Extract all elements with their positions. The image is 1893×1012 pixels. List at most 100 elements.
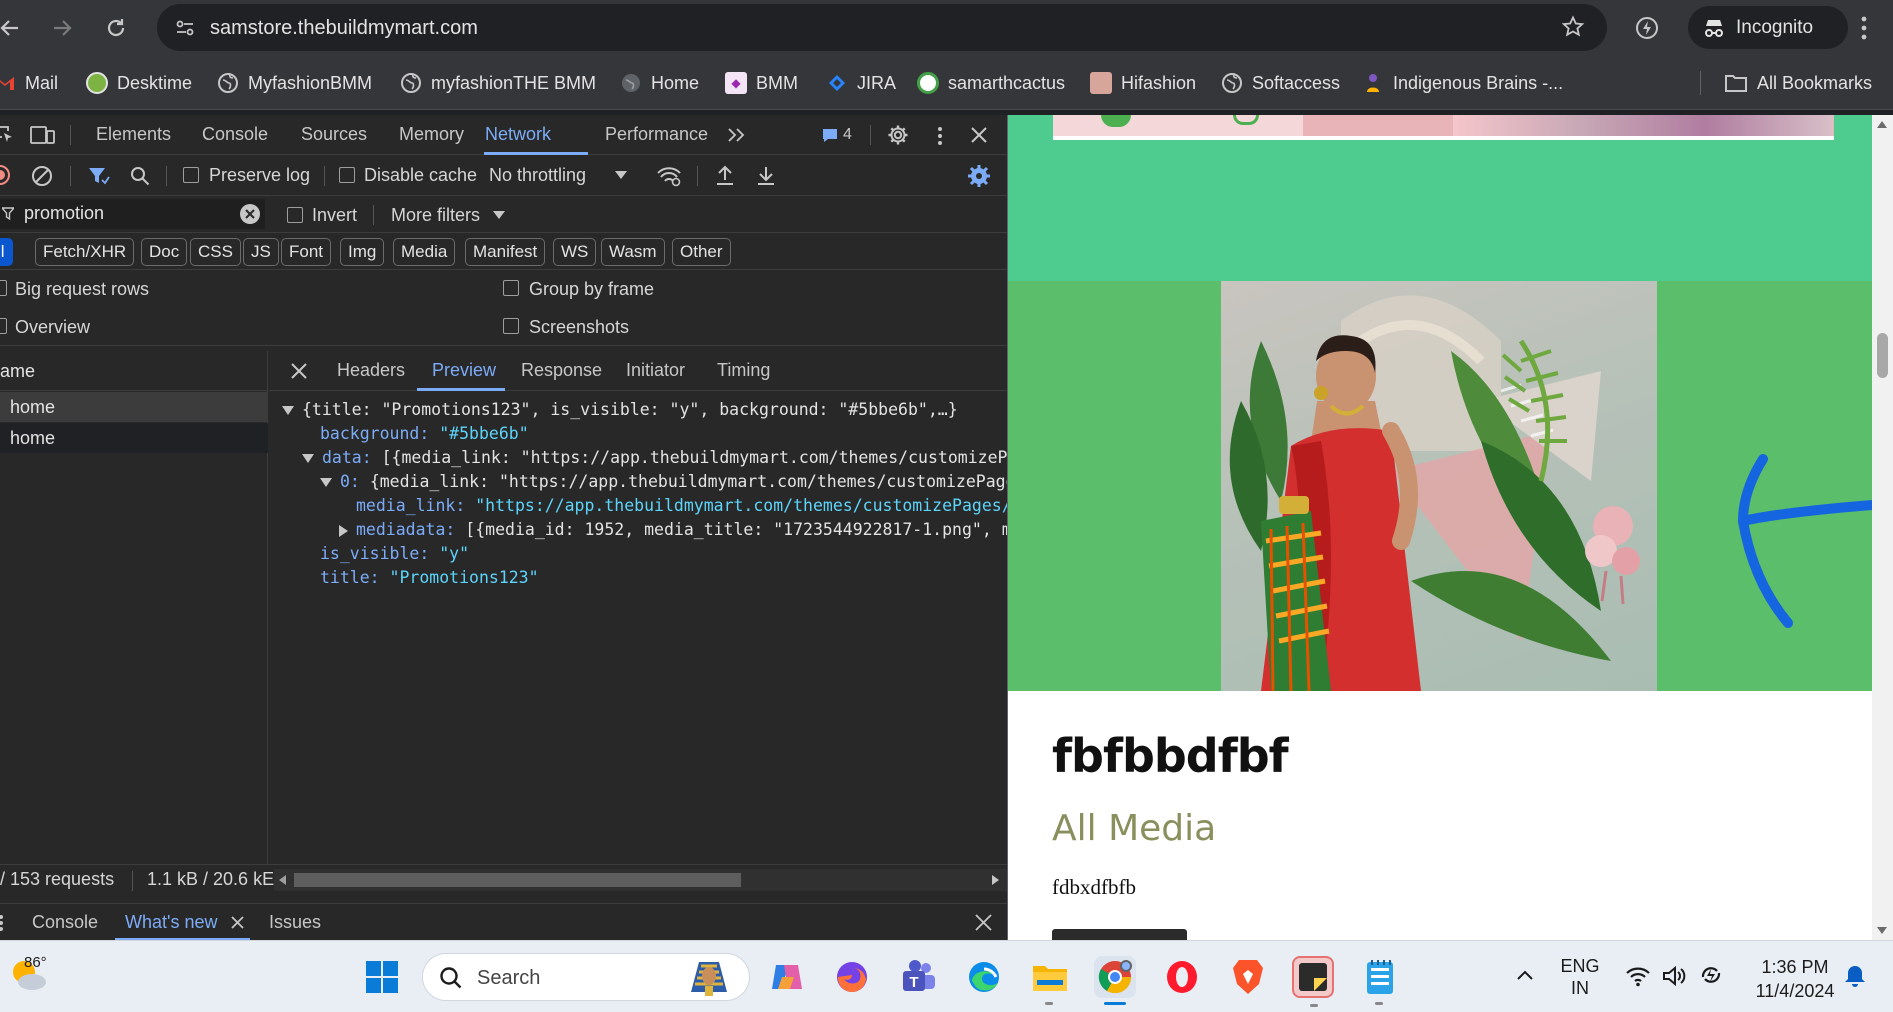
tab-network[interactable]: Network: [485, 124, 551, 145]
overview-checkbox[interactable]: [0, 318, 7, 334]
close-drawer-icon[interactable]: [975, 914, 992, 931]
sticky-notes-icon[interactable]: [1292, 956, 1334, 1007]
drawer-tab-whats-new[interactable]: What's new: [125, 912, 217, 933]
address-bar[interactable]: samstore.thebuildmymart.com: [157, 4, 1607, 51]
browser-menu-icon[interactable]: [1860, 15, 1868, 41]
chrome-icon[interactable]: [1094, 956, 1136, 1005]
tab-performance[interactable]: Performance: [605, 124, 708, 145]
search-icon[interactable]: [130, 166, 150, 186]
scrollbar-thumb[interactable]: [1877, 333, 1888, 378]
scroll-right-icon[interactable]: [992, 875, 999, 885]
bookmark-hifashion[interactable]: Hifashion: [1090, 70, 1196, 96]
teams-icon[interactable]: T: [897, 956, 939, 998]
big-request-rows-checkbox[interactable]: [0, 280, 7, 296]
bookmark-home[interactable]: Home: [620, 70, 699, 96]
drawer-tab-issues[interactable]: Issues: [269, 912, 321, 933]
notification-bell-icon[interactable]: [1844, 964, 1866, 988]
network-conditions-icon[interactable]: [656, 165, 682, 187]
chip-media[interactable]: Media: [393, 238, 456, 266]
tab-console[interactable]: Console: [202, 124, 268, 145]
request-row[interactable]: home: [0, 392, 268, 422]
import-har-icon[interactable]: [715, 164, 735, 186]
bookmark-star-icon[interactable]: [1561, 15, 1585, 39]
tab-sources[interactable]: Sources: [301, 124, 367, 145]
bookmark-myfashionbmm[interactable]: MyfashionBMM: [217, 70, 372, 96]
chip-manifest[interactable]: Manifest: [465, 238, 546, 266]
wifi-icon[interactable]: [1625, 965, 1651, 987]
chip-wasm[interactable]: Wasm: [601, 238, 665, 266]
tab-memory[interactable]: Memory: [399, 124, 464, 145]
incognito-badge[interactable]: Incognito: [1688, 6, 1848, 49]
chip-other[interactable]: Other: [672, 238, 731, 266]
expand-triangle-icon[interactable]: [320, 478, 332, 487]
disable-cache-checkbox[interactable]: [339, 167, 355, 183]
site-info-icon[interactable]: [173, 16, 197, 40]
group-by-frame-checkbox[interactable]: [503, 280, 519, 296]
all-bookmarks[interactable]: All Bookmarks: [1724, 70, 1872, 96]
chip-js[interactable]: JS: [243, 238, 279, 266]
tab-preview[interactable]: Preview: [432, 360, 496, 381]
brave-icon[interactable]: [1227, 956, 1269, 998]
chip-ws[interactable]: WS: [553, 238, 597, 266]
forward-icon[interactable]: [46, 12, 78, 44]
weather-widget[interactable]: 86°: [8, 954, 68, 1000]
chip-css[interactable]: CSS: [190, 238, 241, 266]
expand-triangle-icon[interactable]: [302, 454, 314, 463]
tab-initiator[interactable]: Initiator: [626, 360, 685, 381]
url-text[interactable]: samstore.thebuildmymart.com: [210, 17, 478, 40]
taskbar-search[interactable]: Search: [422, 953, 750, 1001]
chip-img[interactable]: Img: [340, 238, 385, 266]
close-detail-icon[interactable]: [291, 363, 307, 379]
tab-headers[interactable]: Headers: [337, 360, 405, 381]
chip-doc[interactable]: Doc: [141, 238, 188, 266]
language-indicator[interactable]: ENG IN: [1555, 955, 1605, 999]
clear-icon[interactable]: [31, 165, 53, 187]
page-button[interactable]: [1052, 929, 1187, 940]
drawer-tab-console[interactable]: Console: [32, 912, 98, 933]
filter-input[interactable]: promotion: [0, 199, 265, 229]
scroll-up-icon[interactable]: [1877, 121, 1887, 128]
chevron-down-icon[interactable]: [615, 171, 627, 179]
notepad-icon[interactable]: [1359, 956, 1401, 1005]
screenshots-checkbox[interactable]: [503, 318, 519, 334]
issues-counter[interactable]: 4: [822, 126, 852, 144]
bookmark-jira[interactable]: JIRA: [826, 70, 896, 96]
horizontal-scrollbar[interactable]: [274, 869, 1007, 891]
tab-elements[interactable]: Elements: [96, 124, 171, 145]
drawer-menu-icon[interactable]: [0, 914, 4, 932]
firefox-icon[interactable]: [831, 956, 873, 998]
close-devtools-icon[interactable]: [970, 126, 988, 144]
chip-fetch-xhr[interactable]: Fetch/XHR: [35, 238, 135, 266]
back-icon[interactable]: [0, 12, 26, 44]
preview-mediadata[interactable]: mediadata: [{media_id: 1952, media_title…: [339, 520, 1007, 539]
clock[interactable]: 1:36 PM 11/4/2024: [1745, 955, 1845, 1003]
name-column-header[interactable]: ame: [0, 351, 268, 391]
more-filters-button[interactable]: More filters: [391, 205, 480, 226]
reload-icon[interactable]: [100, 12, 132, 44]
throttling-select[interactable]: No throttling: [489, 165, 586, 186]
start-button[interactable]: [361, 956, 403, 998]
bookmark-indigenous-brains[interactable]: Indigenous Brains -...: [1362, 70, 1563, 96]
bookmark-bmm[interactable]: ◆ BMM: [725, 70, 798, 96]
tab-response[interactable]: Response: [521, 360, 602, 381]
edge-icon[interactable]: [963, 956, 1005, 998]
file-explorer-icon[interactable]: [1029, 956, 1071, 1005]
inspect-element-icon[interactable]: [0, 125, 14, 145]
tab-timing[interactable]: Timing: [717, 360, 770, 381]
network-settings-gear-icon[interactable]: [967, 164, 991, 188]
preview-root[interactable]: {title: "Promotions123", is_visible: "y"…: [282, 400, 958, 419]
show-hidden-icons-chevron-up-icon[interactable]: [1516, 969, 1534, 981]
preserve-log-checkbox[interactable]: [183, 167, 199, 183]
performance-icon[interactable]: [1634, 15, 1660, 41]
device-toolbar-icon[interactable]: [30, 125, 56, 145]
copilot-icon[interactable]: [765, 956, 807, 998]
expand-triangle-icon[interactable]: [282, 406, 294, 415]
close-whats-new-icon[interactable]: [231, 916, 244, 929]
collapsed-triangle-icon[interactable]: [339, 524, 348, 537]
clear-filter-icon[interactable]: [240, 204, 260, 224]
volume-icon[interactable]: [1662, 965, 1686, 987]
filter-icon[interactable]: [88, 166, 110, 186]
bookmark-softaccess[interactable]: Softaccess: [1221, 70, 1340, 96]
chip-all[interactable]: ll: [0, 238, 13, 266]
battery-icon[interactable]: [1697, 963, 1725, 987]
